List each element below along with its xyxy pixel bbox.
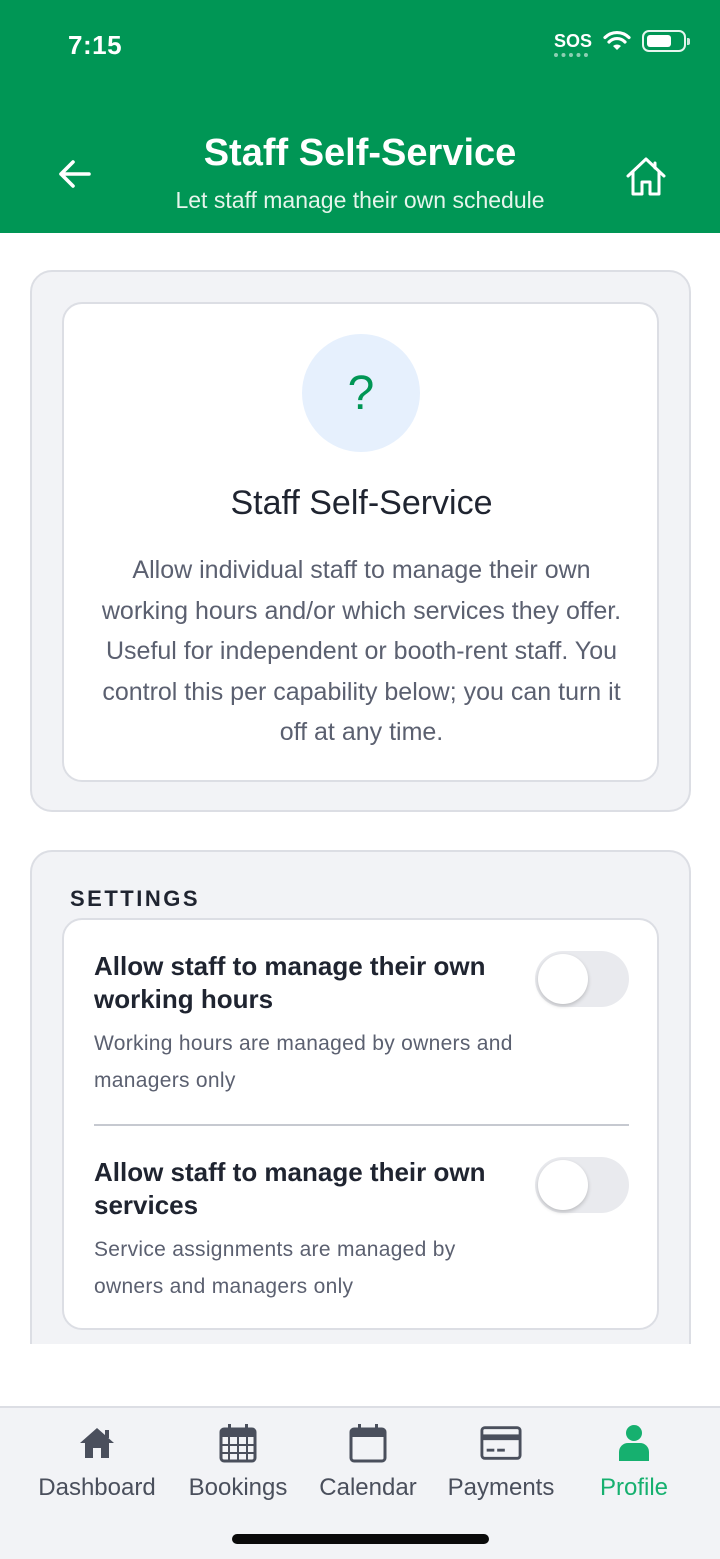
tab-label: Dashboard <box>38 1474 156 1501</box>
toggle-knob <box>538 954 588 1004</box>
app-header: 7:15 SOS Staff Self-Service Let staff ma… <box>0 0 720 233</box>
intro-title: Staff Self-Service <box>230 484 493 522</box>
home-icon <box>76 1422 118 1464</box>
settings-panel: Allow staff to manage their own working … <box>62 918 659 1330</box>
setting-row-working-hours: Allow staff to manage their own working … <box>94 950 629 1099</box>
tab-bookings[interactable]: Bookings <box>168 1422 308 1502</box>
battery-icon <box>642 30 690 52</box>
tab-label: Calendar <box>319 1474 417 1501</box>
tab-dashboard[interactable]: Dashboard <box>27 1422 167 1502</box>
intro-card: ? Staff Self-Service Allow individual st… <box>30 270 691 812</box>
intro-description: Allow individual staff to manage their o… <box>101 556 622 746</box>
home-button[interactable] <box>620 150 672 202</box>
page-title: Staff Self-Service <box>203 132 517 174</box>
setting-description: Service assignments are managed by owner… <box>94 1238 456 1298</box>
toggle-knob <box>538 1160 588 1210</box>
settings-card: SETTINGS Allow staff to manage their own… <box>30 850 691 1344</box>
calendar-grid-icon <box>217 1422 259 1464</box>
person-icon <box>613 1422 655 1464</box>
credit-card-icon <box>480 1422 522 1464</box>
tab-label: Profile <box>599 1474 669 1501</box>
setting-title: Allow staff to manage their own working … <box>94 951 486 1014</box>
working-hours-toggle[interactable] <box>535 951 629 1007</box>
setting-title: Allow staff to manage their own services <box>94 1157 486 1220</box>
services-toggle[interactable] <box>535 1157 629 1213</box>
carrier-label: SOS <box>553 30 592 51</box>
calendar-icon <box>347 1422 389 1464</box>
divider <box>94 1124 629 1126</box>
home-indicator <box>232 1534 489 1544</box>
setting-row-services: Allow staff to manage their own services… <box>94 1156 629 1305</box>
setting-description: Working hours are managed by owners and … <box>94 1032 513 1092</box>
intro-panel: ? Staff Self-Service Allow individual st… <box>62 302 659 782</box>
status-indicators: SOS <box>553 30 690 57</box>
page-subtitle: Let staff manage their own schedule <box>175 187 545 213</box>
tab-payments[interactable]: Payments <box>431 1422 571 1502</box>
tab-label: Bookings <box>188 1474 288 1501</box>
question-mark-icon: ? <box>302 334 420 452</box>
status-time: 7:15 <box>68 30 123 60</box>
settings-section-label: SETTINGS <box>70 886 201 911</box>
tab-profile[interactable]: Profile <box>564 1422 704 1502</box>
sos-indicator: SOS <box>553 30 592 57</box>
wifi-icon <box>603 30 631 50</box>
home-outline-icon <box>626 157 666 196</box>
tab-label: Payments <box>447 1474 555 1501</box>
tab-calendar[interactable]: Calendar <box>298 1422 438 1502</box>
